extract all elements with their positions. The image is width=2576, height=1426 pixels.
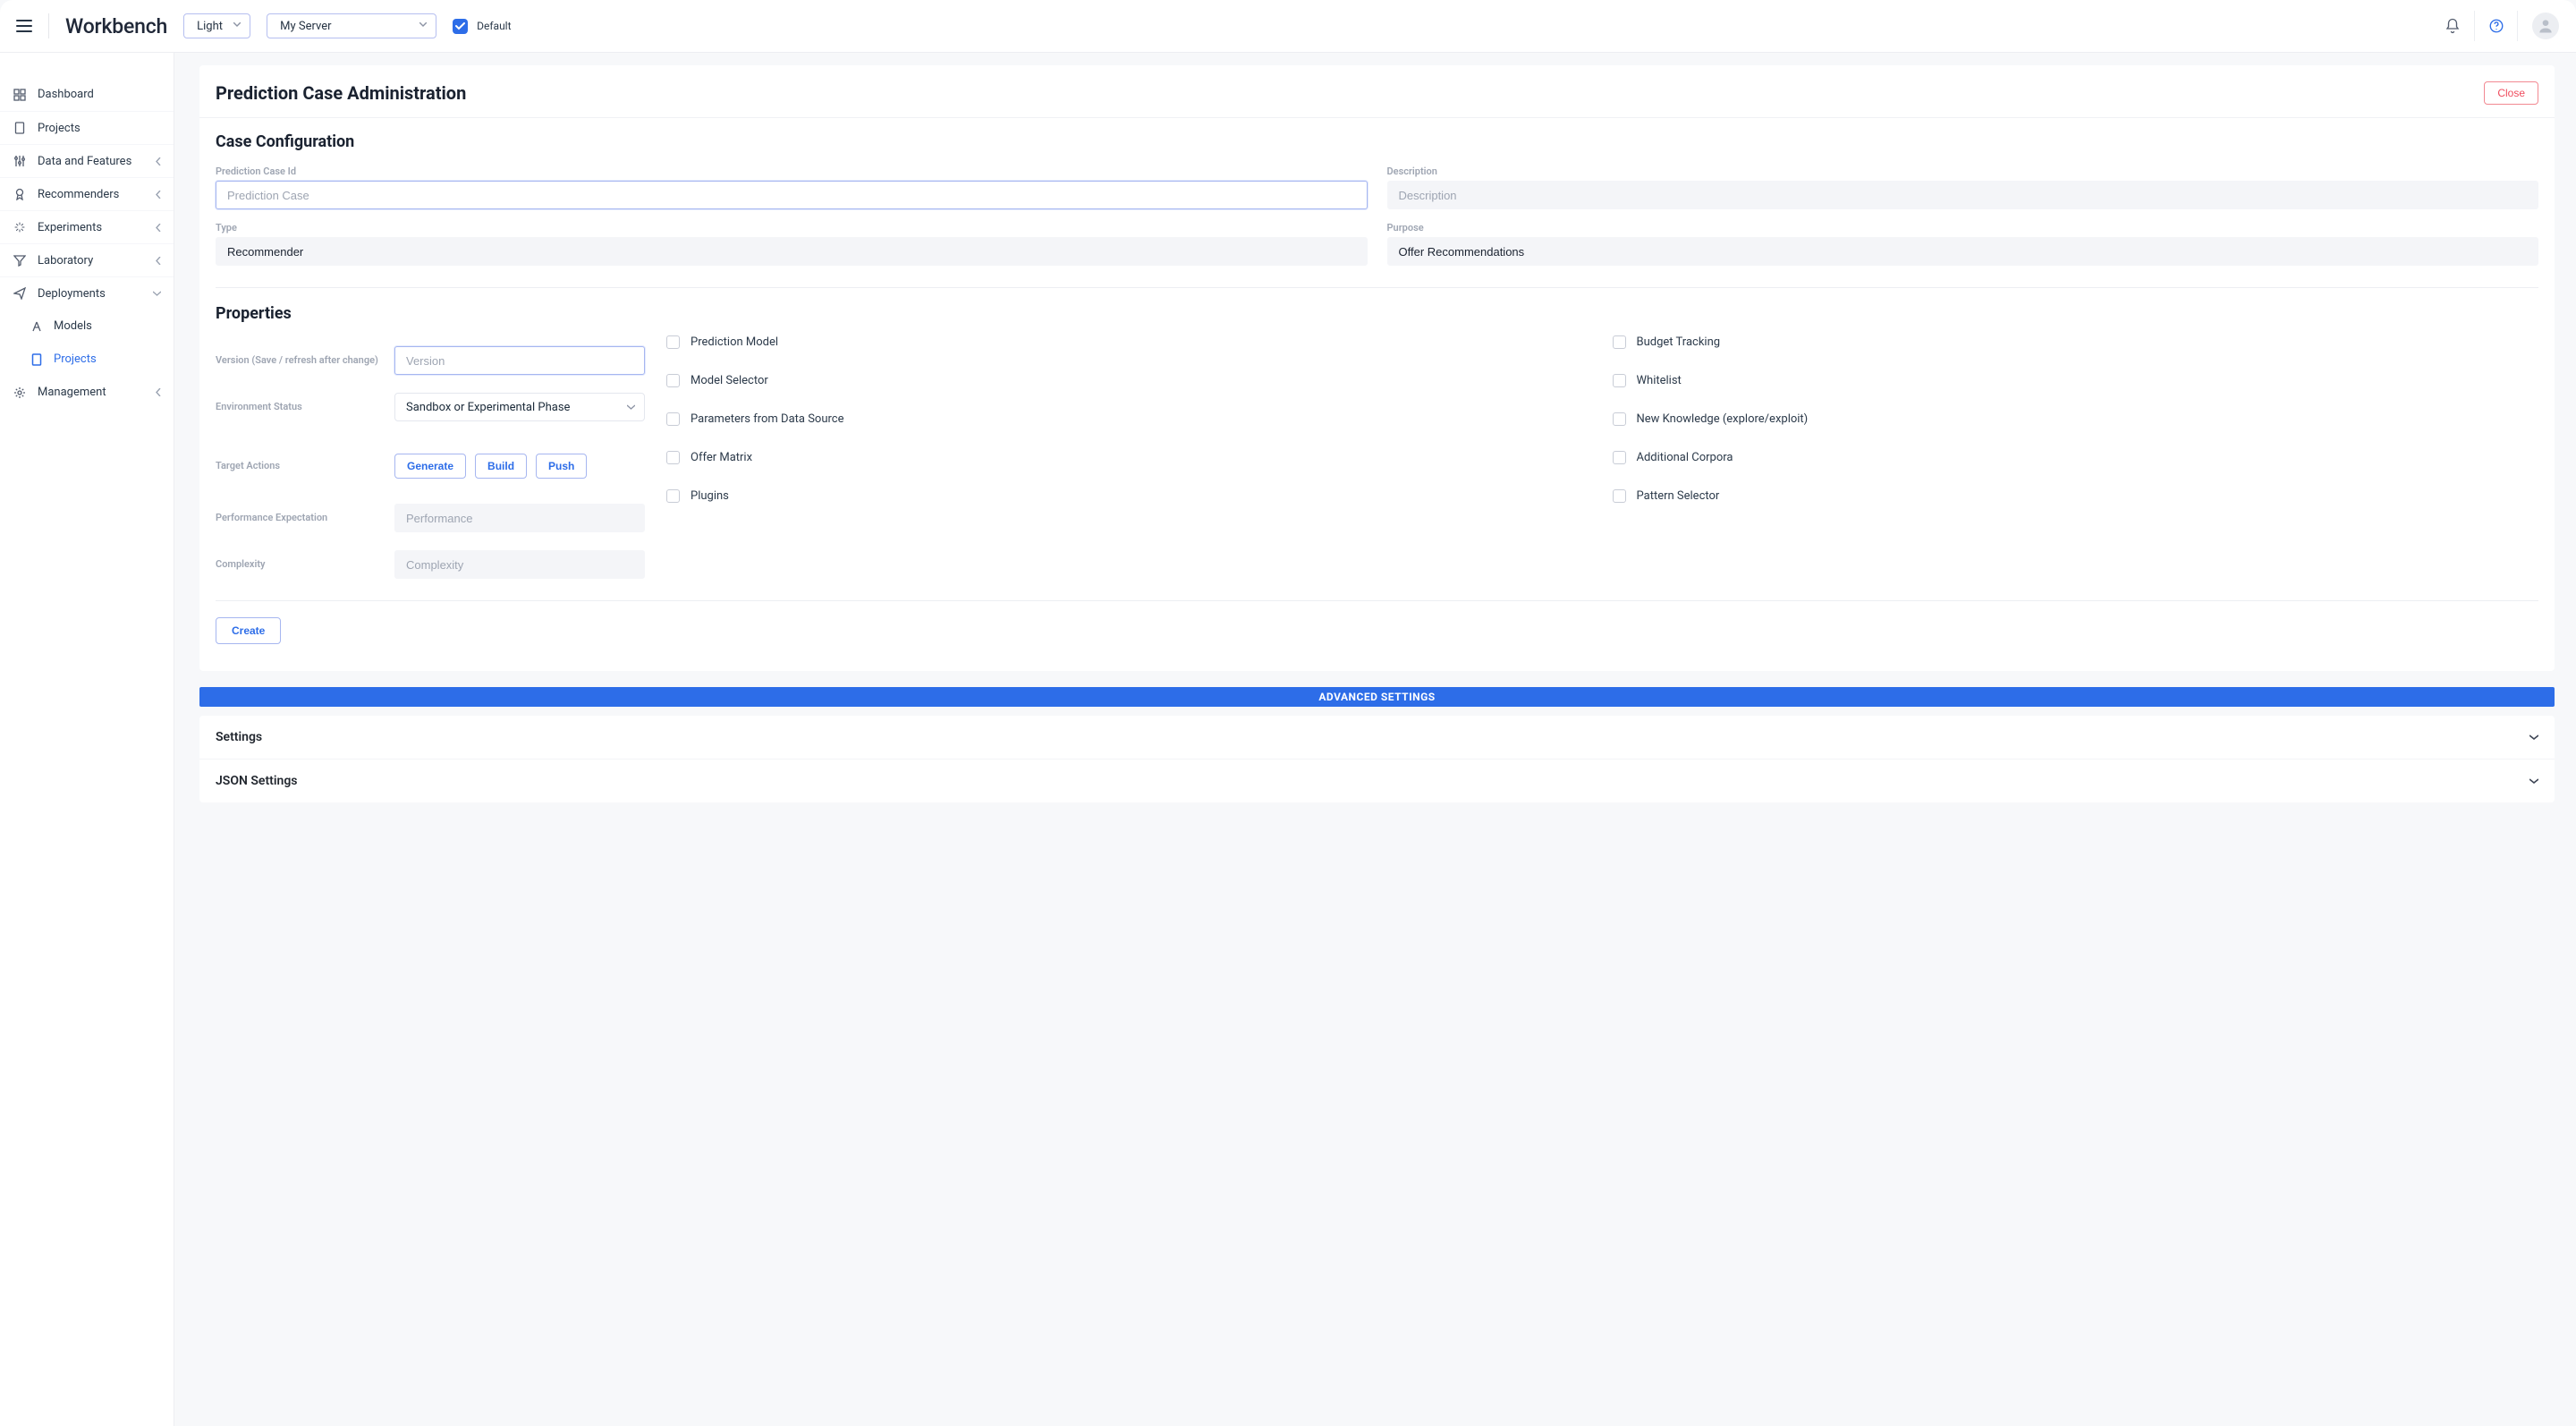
sidebar-item-recommenders[interactable]: Recommenders bbox=[0, 177, 174, 210]
help-button[interactable] bbox=[2474, 11, 2517, 41]
case-config-title: Case Configuration bbox=[216, 132, 2538, 151]
case-id-input[interactable] bbox=[216, 181, 1368, 209]
chevron-down-icon bbox=[2529, 734, 2538, 740]
performance-input[interactable] bbox=[394, 504, 645, 532]
create-button[interactable]: Create bbox=[216, 617, 281, 644]
generate-button[interactable]: Generate bbox=[394, 454, 466, 479]
chevron-left-icon bbox=[156, 157, 161, 166]
description-input[interactable] bbox=[1387, 181, 2539, 209]
complexity-input[interactable] bbox=[394, 550, 645, 579]
chevron-left-icon bbox=[156, 224, 161, 232]
sidebar-item-label: Deployments bbox=[38, 287, 106, 301]
cb-plugins[interactable]: Plugins bbox=[666, 489, 1593, 503]
build-button[interactable]: Build bbox=[475, 454, 527, 479]
cb-offer-matrix[interactable]: Offer Matrix bbox=[666, 451, 1593, 464]
push-button[interactable]: Push bbox=[536, 454, 587, 479]
sidebar-item-experiments[interactable]: Experiments bbox=[0, 210, 174, 243]
sidebar-subitem-label: Models bbox=[54, 319, 92, 333]
badge-icon bbox=[13, 187, 27, 201]
theme-select[interactable]: Light bbox=[183, 13, 250, 38]
sidebar-item-dashboard[interactable]: Dashboard bbox=[0, 78, 174, 111]
cb-prediction-model[interactable]: Prediction Model bbox=[666, 335, 1593, 349]
grid-icon bbox=[13, 88, 27, 102]
default-label: Default bbox=[477, 20, 511, 32]
sliders-icon bbox=[13, 154, 27, 168]
env-select[interactable]: Sandbox or Experimental Phase bbox=[394, 393, 645, 421]
purpose-label: Purpose bbox=[1387, 222, 2539, 233]
brand-title: Workbench bbox=[65, 14, 167, 38]
purpose-input[interactable] bbox=[1387, 237, 2539, 266]
divider bbox=[48, 13, 49, 38]
default-checkbox[interactable] bbox=[453, 19, 468, 34]
doc-icon bbox=[30, 353, 43, 366]
page-title: Prediction Case Administration bbox=[216, 82, 466, 104]
chevron-down-icon bbox=[627, 404, 635, 410]
cb-whitelist[interactable]: Whitelist bbox=[1613, 374, 2539, 387]
sidebar-item-label: Laboratory bbox=[38, 254, 93, 267]
server-select-value: My Server bbox=[280, 20, 411, 33]
case-id-label: Prediction Case Id bbox=[216, 166, 1368, 177]
main-content: Prediction Case Administration Close Cas… bbox=[174, 53, 2576, 1426]
sidebar-item-management[interactable]: Management bbox=[0, 376, 174, 409]
type-input[interactable] bbox=[216, 237, 1368, 266]
target-label: Target Actions bbox=[216, 460, 394, 472]
sidebar-subitem-projects[interactable]: Projects bbox=[0, 343, 174, 376]
sidebar-item-deployments[interactable]: Deployments bbox=[0, 276, 174, 310]
sidebar-subitem-label: Projects bbox=[54, 352, 97, 366]
description-label: Description bbox=[1387, 166, 2539, 177]
version-input[interactable] bbox=[394, 346, 645, 375]
chevron-down-icon bbox=[419, 22, 427, 30]
accordion-label: JSON Settings bbox=[216, 774, 298, 788]
chevron-down-icon bbox=[2529, 778, 2538, 784]
funnel-icon bbox=[13, 253, 27, 267]
menu-icon[interactable] bbox=[16, 20, 32, 32]
chevron-left-icon bbox=[156, 388, 161, 396]
sidebar-item-label: Experiments bbox=[38, 221, 102, 234]
accordion-label: Settings bbox=[216, 730, 262, 744]
accordion-json-settings[interactable]: JSON Settings bbox=[199, 760, 2555, 802]
sidebar-item-data-and-features[interactable]: Data and Features bbox=[0, 144, 174, 177]
spark-icon bbox=[13, 220, 27, 234]
close-button[interactable]: Close bbox=[2484, 81, 2538, 105]
chevron-left-icon bbox=[156, 191, 161, 199]
sidebar-item-label: Data and Features bbox=[38, 155, 131, 168]
cb-pattern-selector[interactable]: Pattern Selector bbox=[1613, 489, 2539, 503]
sidebar-subitem-models[interactable]: Models bbox=[0, 310, 174, 343]
sidebar: Dashboard Projects Data and Features Rec… bbox=[0, 53, 174, 1426]
notifications-button[interactable] bbox=[2431, 11, 2474, 41]
cb-additional-corpora[interactable]: Additional Corpora bbox=[1613, 451, 2539, 464]
perf-label: Performance Expectation bbox=[216, 512, 394, 524]
cb-model-selector[interactable]: Model Selector bbox=[666, 374, 1593, 387]
send-icon bbox=[13, 286, 27, 301]
chevron-left-icon bbox=[156, 257, 161, 265]
gear-icon bbox=[13, 386, 27, 400]
version-label: Version (Save / refresh after change) bbox=[216, 354, 394, 367]
properties-checkboxes: Prediction Model Budget Tracking Model S… bbox=[666, 328, 2538, 579]
accordion-settings[interactable]: Settings bbox=[199, 716, 2555, 760]
env-label: Environment Status bbox=[216, 401, 394, 413]
server-select[interactable]: My Server bbox=[267, 13, 436, 38]
type-label: Type bbox=[216, 222, 1368, 233]
advanced-settings-bar[interactable]: ADVANCED SETTINGS bbox=[199, 687, 2555, 707]
sidebar-item-label: Recommenders bbox=[38, 188, 119, 201]
theme-select-value: Light bbox=[197, 20, 225, 33]
cb-params-from-ds[interactable]: Parameters from Data Source bbox=[666, 412, 1593, 426]
chevron-down-icon bbox=[233, 22, 241, 30]
sidebar-item-label: Management bbox=[38, 386, 106, 399]
env-select-value: Sandbox or Experimental Phase bbox=[406, 401, 620, 414]
cb-budget-tracking[interactable]: Budget Tracking bbox=[1613, 335, 2539, 349]
complexity-label: Complexity bbox=[216, 558, 394, 571]
sidebar-item-laboratory[interactable]: Laboratory bbox=[0, 243, 174, 276]
avatar-button[interactable] bbox=[2517, 11, 2560, 41]
doc-icon bbox=[13, 121, 27, 135]
sidebar-item-label: Projects bbox=[38, 122, 80, 135]
avatar-icon bbox=[2532, 13, 2559, 39]
cb-new-knowledge[interactable]: New Knowledge (explore/exploit) bbox=[1613, 412, 2539, 426]
model-icon bbox=[30, 320, 43, 333]
chevron-down-icon bbox=[153, 291, 161, 296]
topbar: Workbench Light My Server Default bbox=[0, 0, 2576, 53]
sidebar-item-label: Dashboard bbox=[38, 88, 94, 101]
properties-title: Properties bbox=[216, 304, 2538, 323]
sidebar-item-projects[interactable]: Projects bbox=[0, 111, 174, 144]
